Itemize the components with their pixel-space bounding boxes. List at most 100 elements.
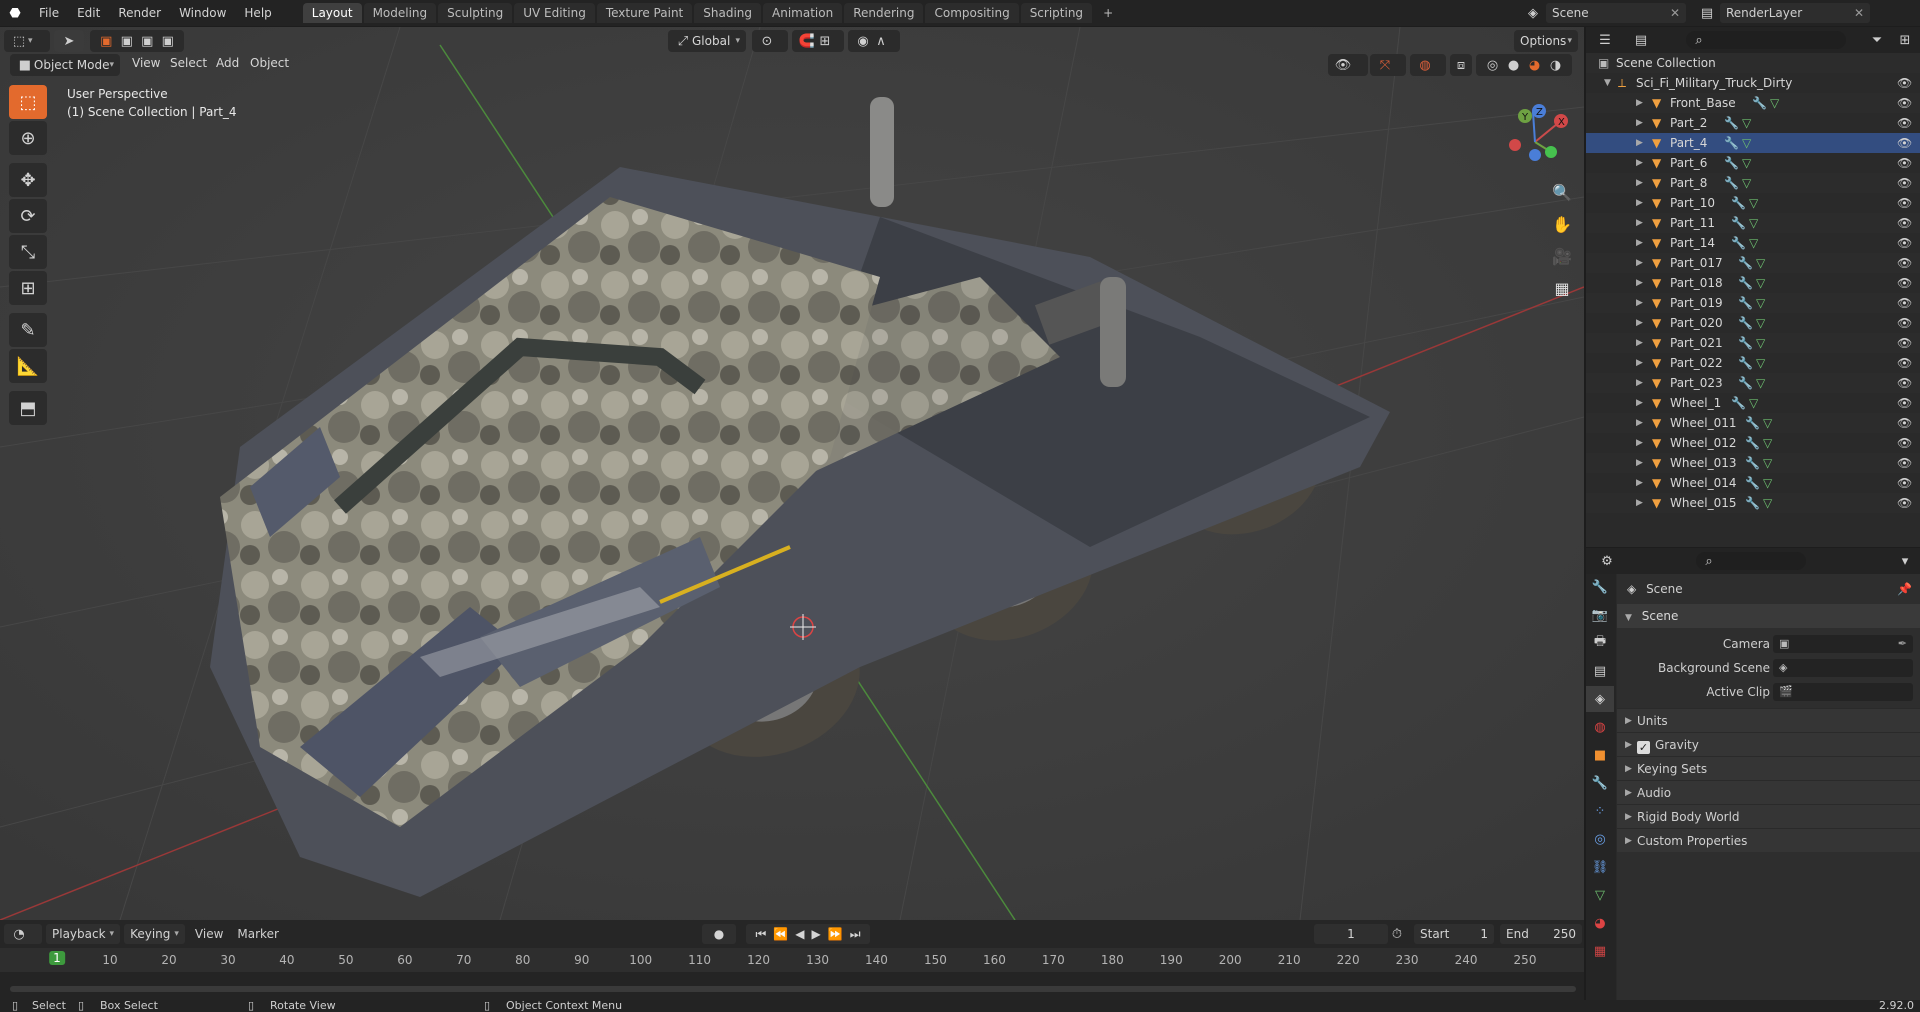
custom-properties-panel[interactable]: ▶ Custom Properties	[1617, 828, 1920, 852]
wrench-icon[interactable]: 🔧	[1731, 233, 1746, 253]
add-workspace-button[interactable]: +	[1094, 3, 1122, 23]
tab-compositing[interactable]: Compositing	[925, 3, 1019, 23]
select-new-icon[interactable]: ▣	[97, 32, 115, 50]
close-view-layer-icon[interactable]: ✕	[1854, 6, 1864, 20]
snap-icon[interactable]: 🧲	[798, 32, 816, 50]
wrench-icon[interactable]: 🔧	[1724, 113, 1739, 133]
eye-icon[interactable]: 👁	[1897, 113, 1912, 133]
eye-icon[interactable]: 👁	[1897, 213, 1912, 233]
mesh-data-icon[interactable]: ▽	[1763, 433, 1772, 453]
menu-file[interactable]: File	[30, 0, 68, 26]
wrench-icon[interactable]: 🔧	[1738, 273, 1753, 293]
playback-controls[interactable]: ⏮ ⏪ ◀ ▶ ⏩ ⏭	[746, 924, 870, 944]
wrench-icon[interactable]: 🔧	[1745, 473, 1760, 493]
outliner-row-object[interactable]: ▶ ▼ Part_021 🔧 ▽ 👁	[1586, 333, 1920, 353]
expand-arrow-icon[interactable]: ▶	[1636, 273, 1643, 293]
select-subtract-icon[interactable]: ▣	[138, 32, 156, 50]
rotate-tool[interactable]: ⟳	[9, 199, 47, 233]
tab-animation[interactable]: Animation	[763, 3, 843, 23]
outliner-row-object[interactable]: ▶ ▼ Wheel_011 🔧 ▽ 👁	[1586, 413, 1920, 433]
pan-tool[interactable]: ✋	[1547, 209, 1577, 239]
expand-arrow-icon[interactable]: ▶	[1636, 213, 1643, 233]
expand-arrow-icon[interactable]: ▶	[1636, 253, 1643, 273]
mesh-data-icon[interactable]: ▽	[1749, 233, 1758, 253]
eye-icon[interactable]: 👁	[1897, 493, 1912, 513]
mesh-data-icon[interactable]: ▽	[1756, 253, 1765, 273]
outliner-row-object[interactable]: ▶ ▼ Wheel_015 🔧 ▽ 👁	[1586, 493, 1920, 513]
expand-arrow-icon[interactable]: ▶	[1636, 433, 1643, 453]
eye-icon[interactable]: 👁	[1897, 313, 1912, 333]
expand-arrow-icon[interactable]: ▶	[1636, 473, 1643, 493]
menu-window[interactable]: Window	[170, 0, 235, 26]
viewport-menu-object[interactable]: Object	[250, 56, 289, 70]
rendered-shading-icon[interactable]: ◑	[1547, 56, 1565, 74]
expand-arrow-icon[interactable]: ▶	[1636, 293, 1643, 313]
select-extend-icon[interactable]: ▣	[118, 32, 136, 50]
mesh-data-icon[interactable]: ▽	[1756, 353, 1765, 373]
properties-editor-icon[interactable]: ⚙	[1598, 552, 1616, 570]
mesh-data-icon[interactable]: ▽	[1742, 153, 1751, 173]
camera-field[interactable]: ▣ ✒	[1773, 635, 1913, 653]
outliner-row-object[interactable]: ▶ ▼ Wheel_1 🔧 ▽ 👁	[1586, 393, 1920, 413]
keying-sets-panel[interactable]: ▶ Keying Sets	[1617, 756, 1920, 780]
navigation-gizmo[interactable]: X Y Z	[1495, 97, 1575, 187]
wrench-icon[interactable]: 🔧	[1738, 353, 1753, 373]
eye-icon[interactable]: 👁	[1897, 253, 1912, 273]
eye-icon[interactable]: 👁	[1897, 73, 1912, 93]
eye-icon[interactable]: 👁	[1897, 293, 1912, 313]
wireframe-shading-icon[interactable]: ◎	[1484, 56, 1502, 74]
select-intersect-icon[interactable]: ▣	[159, 32, 177, 50]
tab-world[interactable]: ◍	[1586, 714, 1614, 740]
outliner-row-object[interactable]: ▶ ▼ Wheel_014 🔧 ▽ 👁	[1586, 473, 1920, 493]
mesh-data-icon[interactable]: ▽	[1742, 173, 1751, 193]
next-keyframe-icon[interactable]: ⏩	[828, 927, 843, 941]
viewport-menu-select[interactable]: Select	[170, 56, 207, 70]
tab-shading[interactable]: Shading	[694, 3, 761, 23]
eye-icon[interactable]: 👁	[1897, 393, 1912, 413]
outliner-row-object[interactable]: ▶ ▼ Part_020 🔧 ▽ 👁	[1586, 313, 1920, 333]
gravity-checkbox[interactable]: ✓	[1637, 741, 1650, 754]
mesh-data-icon[interactable]: ▽	[1763, 473, 1772, 493]
proportional-edit-icon[interactable]: ◉	[854, 32, 872, 50]
keying-menu[interactable]: Keying ▾	[124, 924, 185, 944]
expand-arrow-icon[interactable]: ▶	[1636, 333, 1643, 353]
gravity-panel[interactable]: ▶ ✓ Gravity	[1617, 732, 1920, 756]
expand-arrow-icon[interactable]: ▶	[1636, 393, 1643, 413]
mesh-data-icon[interactable]: ▽	[1742, 113, 1751, 133]
mesh-data-icon[interactable]: ▽	[1742, 133, 1751, 153]
blender-logo-icon[interactable]: ⬣	[6, 4, 24, 22]
tab-tool[interactable]: 🔧	[1586, 574, 1614, 600]
wrench-icon[interactable]: 🔧	[1745, 453, 1760, 473]
mesh-data-icon[interactable]: ▽	[1756, 293, 1765, 313]
outliner-row-object[interactable]: ▶ ▼ Part_8 🔧 ▽ 👁	[1586, 173, 1920, 193]
tab-scene[interactable]: ◈	[1586, 686, 1614, 712]
expand-arrow-icon[interactable]: ▶	[1636, 93, 1643, 113]
outliner-row-object[interactable]: ▶ ▼ Part_023 🔧 ▽ 👁	[1586, 373, 1920, 393]
outliner-row-object[interactable]: ▶ ▼ Part_10 🔧 ▽ 👁	[1586, 193, 1920, 213]
current-frame-field[interactable]: 1	[1314, 924, 1388, 944]
tab-object[interactable]: ■	[1586, 742, 1614, 768]
annotate-tool[interactable]: ✎	[9, 313, 47, 347]
wrench-icon[interactable]: 🔧	[1738, 293, 1753, 313]
mesh-data-icon[interactable]: ▽	[1749, 393, 1758, 413]
eye-icon[interactable]: 👁	[1897, 373, 1912, 393]
expand-arrow-icon[interactable]: ▶	[1636, 413, 1643, 433]
units-panel[interactable]: ▶ Units	[1617, 708, 1920, 732]
frame-ruler[interactable]: 1 10 20 30 40 50 60 70 80 90 100 110 120 130 140 150 160…	[0, 948, 1584, 972]
background-scene-field[interactable]: ◈	[1773, 659, 1913, 677]
menu-render[interactable]: Render	[109, 0, 170, 26]
expand-arrow-icon[interactable]: ▶	[1636, 353, 1643, 373]
add-cube-tool[interactable]: ⬒	[9, 391, 47, 425]
scale-tool[interactable]: ⤡	[9, 235, 47, 269]
options-dropdown[interactable]: Options ▾	[1514, 30, 1578, 52]
material-shading-icon[interactable]: ◕	[1526, 56, 1544, 74]
prev-keyframe-icon[interactable]: ⏪	[773, 927, 788, 941]
tab-data[interactable]: ▽	[1586, 882, 1614, 908]
pivot-dropdown[interactable]: ⊙	[752, 30, 788, 52]
expand-arrow-icon[interactable]: ▶	[1636, 113, 1643, 133]
mesh-data-icon[interactable]: ▽	[1756, 313, 1765, 333]
tab-particles[interactable]: ⁘	[1586, 798, 1614, 824]
timeline-scrollbar[interactable]	[10, 986, 1576, 992]
falloff-icon[interactable]: ∧	[872, 32, 890, 50]
start-frame-field[interactable]: Start 1	[1414, 924, 1494, 944]
